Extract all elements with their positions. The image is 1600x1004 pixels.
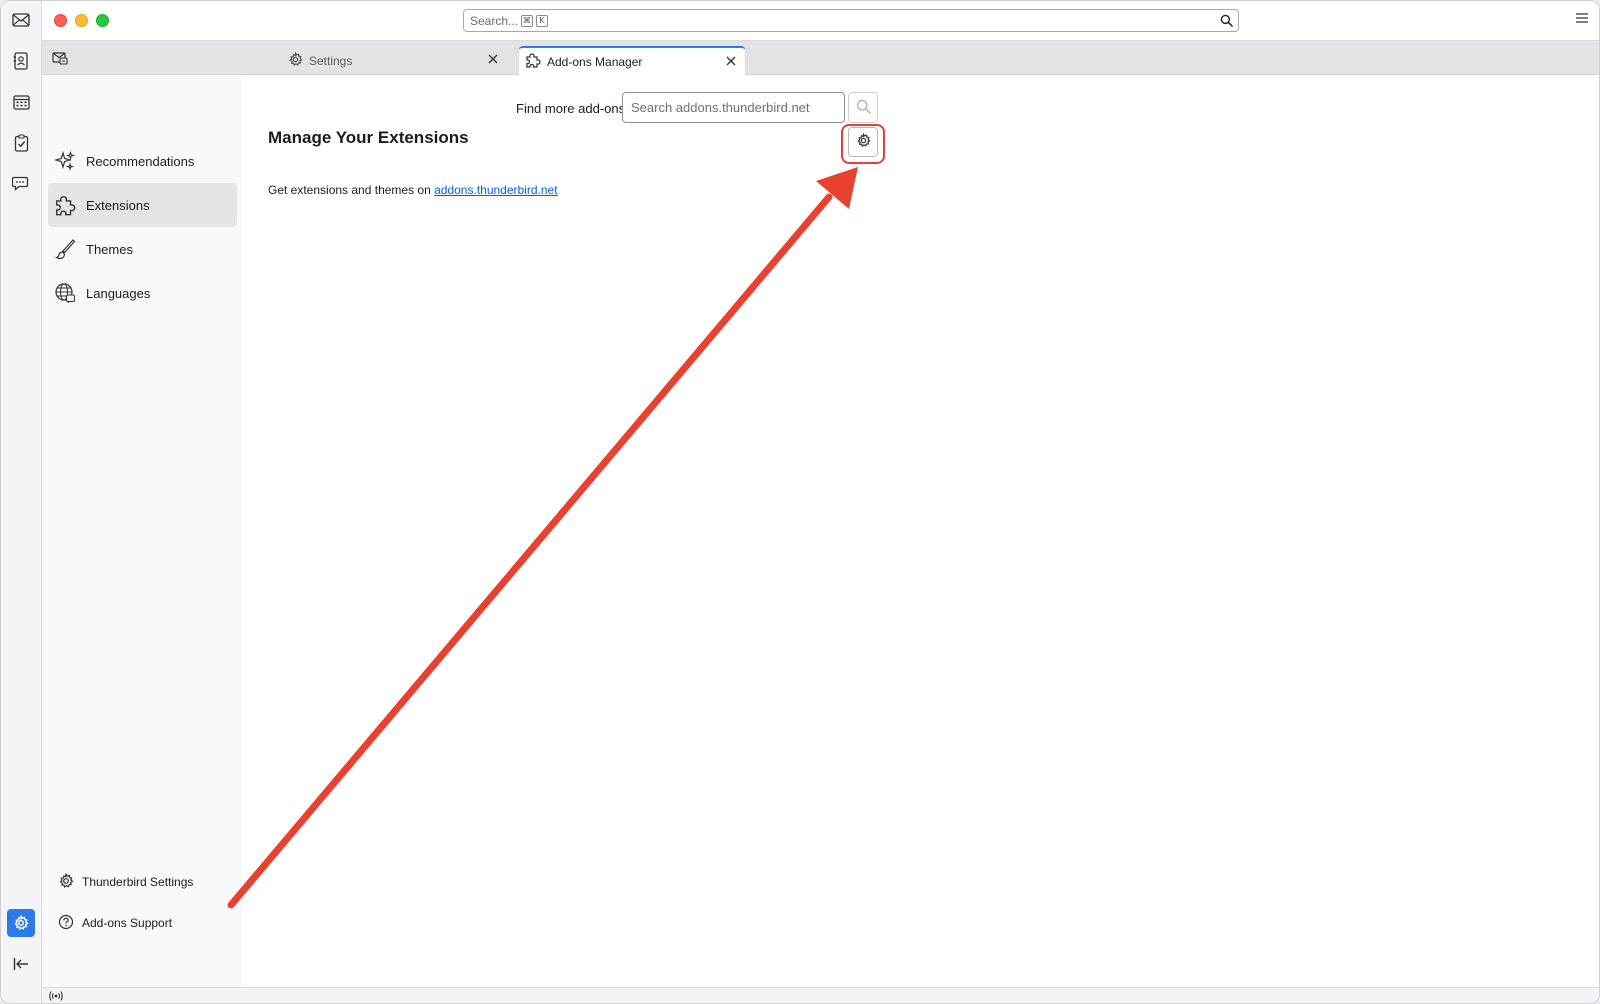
main-content: Find more add-ons Manage Your Extensions… [242,75,1599,987]
settings-space-gear-icon[interactable] [7,909,35,937]
close-window-button[interactable] [54,14,67,27]
addons-site-link[interactable]: addons.thunderbird.net [434,183,557,197]
globe-icon [54,282,76,304]
find-more-addons-label: Find more add-ons [516,101,626,116]
shortcut-key-cmd: ⌘ [521,14,534,27]
minimize-window-button[interactable] [75,14,88,27]
tools-gear-button[interactable] [848,127,878,157]
global-search-placeholder: Search... [470,13,519,28]
gear-icon [58,872,74,892]
puzzle-icon [54,194,76,216]
close-tab-icon[interactable] [487,53,499,68]
search-icon[interactable] [1220,14,1233,30]
tab-strip: Settings Add-ons Manager [42,41,1599,75]
tab-settings-label: Settings [309,53,353,68]
help-icon [58,914,74,933]
online-status-icon[interactable] [48,990,64,1003]
category-label: Languages [86,285,151,301]
gear-icon [288,50,303,70]
zoom-window-button[interactable] [96,14,109,27]
brush-icon [54,238,76,260]
status-bar [42,987,1599,1003]
category-recommendations[interactable]: Recommendations [48,139,237,183]
categories-sidebar: Recommendations Extensions Themes Langua… [42,75,242,987]
mail-icon[interactable] [9,8,33,32]
calendar-icon[interactable] [9,90,33,114]
category-label: Recommendations [86,153,195,169]
sparkle-icon [54,150,76,172]
info-text: Get extensions and themes on [268,183,435,197]
gear-icon [856,132,871,151]
address-book-icon[interactable] [9,49,33,73]
chat-icon[interactable] [9,172,33,196]
addons-support-link[interactable]: Add-ons Support [58,911,172,935]
footer-label: Add-ons Support [82,916,173,930]
addons-search-input[interactable] [622,92,845,123]
tab-settings[interactable]: Settings [282,46,507,75]
mail-tab-icon[interactable] [52,51,68,68]
spaces-toolbar [1,1,42,1003]
get-extensions-message: Get extensions and themes on addons.thun… [268,183,558,197]
category-languages[interactable]: Languages [48,271,237,315]
title-bar: Search... ⌘ K [1,1,1599,41]
addons-search-button[interactable] [848,92,878,123]
footer-label: Thunderbird Settings [82,875,194,889]
category-extensions[interactable]: Extensions [48,183,237,227]
global-search-input[interactable]: Search... ⌘ K [463,9,1239,32]
page-title: Manage Your Extensions [268,128,469,147]
search-icon [856,99,871,117]
app-window: Search... ⌘ K Settings Add-ons Manager R… [0,0,1600,1004]
tab-addons-label: Add-ons Manager [547,54,643,69]
shortcut-key-k: K [536,14,549,27]
category-label: Extensions [86,197,150,213]
tab-addons-manager[interactable]: Add-ons Manager [519,46,745,75]
category-themes[interactable]: Themes [48,227,237,271]
collapse-icon[interactable] [9,952,33,976]
app-menu-icon[interactable] [1575,12,1589,27]
thunderbird-settings-link[interactable]: Thunderbird Settings [58,870,193,894]
category-label: Themes [86,241,133,257]
puzzle-icon [525,52,541,71]
close-tab-icon[interactable] [725,55,737,70]
tasks-icon[interactable] [9,131,33,155]
